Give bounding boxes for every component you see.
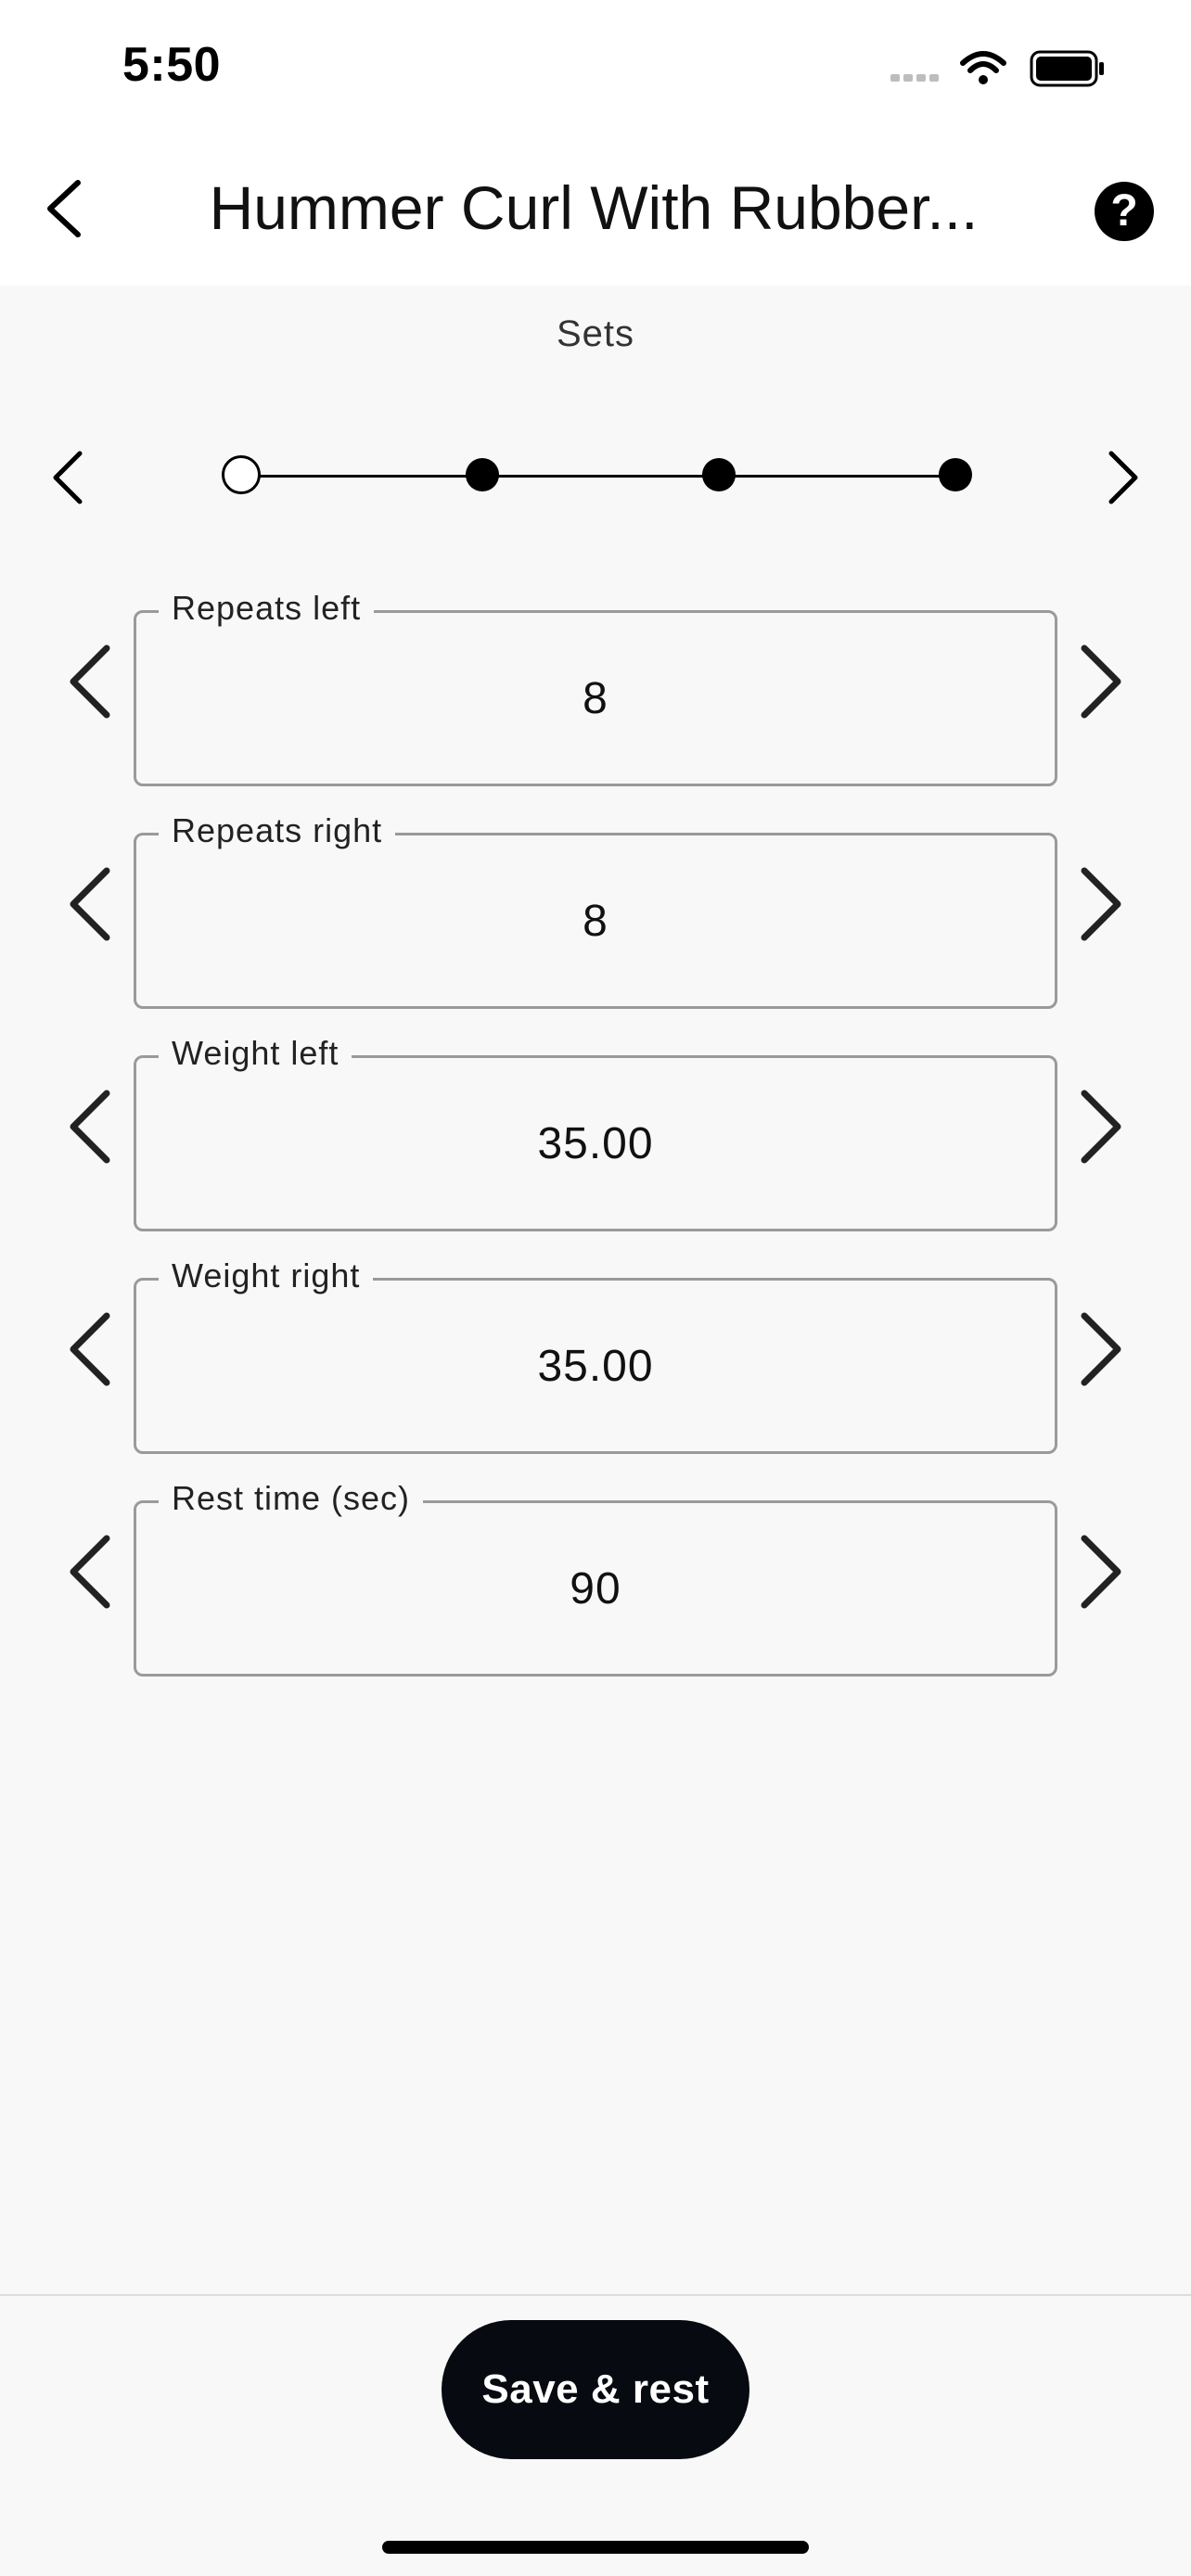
set-step-1[interactable] bbox=[222, 455, 261, 494]
set-stepper-track bbox=[241, 475, 955, 478]
repeats-right-row: Repeats right 8 bbox=[0, 811, 1191, 1009]
weight-right-row: Weight right 35.00 bbox=[0, 1256, 1191, 1454]
rest-time-field[interactable]: Rest time (sec) 90 bbox=[134, 1479, 1057, 1677]
home-indicator[interactable] bbox=[382, 2541, 809, 2554]
exercise-set-screen: 5:50 Hummer Curl With Rubber... ? Sets R… bbox=[0, 0, 1191, 2576]
weight-right-value[interactable]: 35.00 bbox=[136, 1281, 1055, 1451]
back-button[interactable] bbox=[26, 167, 100, 250]
repeats-left-increase-button[interactable] bbox=[1056, 631, 1148, 733]
set-step-4[interactable] bbox=[939, 458, 972, 491]
repeats-left-decrease-button[interactable] bbox=[43, 631, 135, 733]
weight-right-decrease-button[interactable] bbox=[43, 1298, 135, 1400]
previous-set-button[interactable] bbox=[30, 436, 104, 519]
status-icons bbox=[890, 50, 1104, 87]
repeats-left-value[interactable]: 8 bbox=[136, 613, 1055, 784]
next-set-button[interactable] bbox=[1087, 436, 1161, 519]
footer-divider bbox=[0, 2294, 1191, 2296]
chevron-right-icon bbox=[1081, 867, 1121, 941]
chevron-left-icon bbox=[70, 644, 110, 719]
chevron-left-icon bbox=[53, 451, 83, 504]
status-time: 5:50 bbox=[122, 38, 222, 92]
battery-icon bbox=[1030, 50, 1104, 87]
weight-left-increase-button[interactable] bbox=[1056, 1076, 1148, 1178]
page-title: Hummer Curl With Rubber... bbox=[209, 173, 979, 242]
repeats-right-decrease-button[interactable] bbox=[43, 853, 135, 955]
repeats-left-row: Repeats left 8 bbox=[0, 589, 1191, 786]
question-circle-icon: ? bbox=[1110, 186, 1138, 236]
save-and-rest-button[interactable]: Save & rest bbox=[442, 2320, 749, 2459]
rest-time-increase-button[interactable] bbox=[1056, 1521, 1148, 1623]
chevron-right-icon bbox=[1081, 1312, 1121, 1386]
repeats-right-increase-button[interactable] bbox=[1056, 853, 1148, 955]
chevron-right-icon bbox=[1081, 1090, 1121, 1164]
weight-left-value[interactable]: 35.00 bbox=[136, 1058, 1055, 1229]
weight-left-field[interactable]: Weight left 35.00 bbox=[134, 1034, 1057, 1231]
chevron-right-icon bbox=[1081, 1535, 1121, 1609]
set-step-2[interactable] bbox=[466, 458, 499, 491]
rest-time-decrease-button[interactable] bbox=[43, 1521, 135, 1623]
repeats-right-value[interactable]: 8 bbox=[136, 835, 1055, 1006]
set-step-3[interactable] bbox=[702, 458, 736, 491]
rest-time-value[interactable]: 90 bbox=[136, 1503, 1055, 1674]
weight-right-field[interactable]: Weight right 35.00 bbox=[134, 1256, 1057, 1454]
sets-label: Sets bbox=[556, 313, 635, 354]
chevron-right-icon bbox=[1108, 451, 1138, 504]
chevron-right-icon bbox=[1081, 644, 1121, 719]
chevron-left-icon bbox=[70, 1090, 110, 1164]
chevron-left-icon bbox=[70, 1535, 110, 1609]
wifi-icon bbox=[960, 51, 1006, 84]
chevron-left-icon bbox=[70, 867, 110, 941]
cellular-signal-icon bbox=[890, 74, 939, 82]
repeats-left-field[interactable]: Repeats left 8 bbox=[134, 589, 1057, 786]
rest-time-row: Rest time (sec) 90 bbox=[0, 1479, 1191, 1677]
help-button[interactable]: ? bbox=[1095, 182, 1154, 241]
weight-left-row: Weight left 35.00 bbox=[0, 1034, 1191, 1231]
weight-right-increase-button[interactable] bbox=[1056, 1298, 1148, 1400]
repeats-right-field[interactable]: Repeats right 8 bbox=[134, 811, 1057, 1009]
chevron-left-icon bbox=[47, 180, 81, 237]
chevron-left-icon bbox=[70, 1312, 110, 1386]
top-area: 5:50 Hummer Curl With Rubber... ? bbox=[0, 0, 1191, 286]
weight-left-decrease-button[interactable] bbox=[43, 1076, 135, 1178]
